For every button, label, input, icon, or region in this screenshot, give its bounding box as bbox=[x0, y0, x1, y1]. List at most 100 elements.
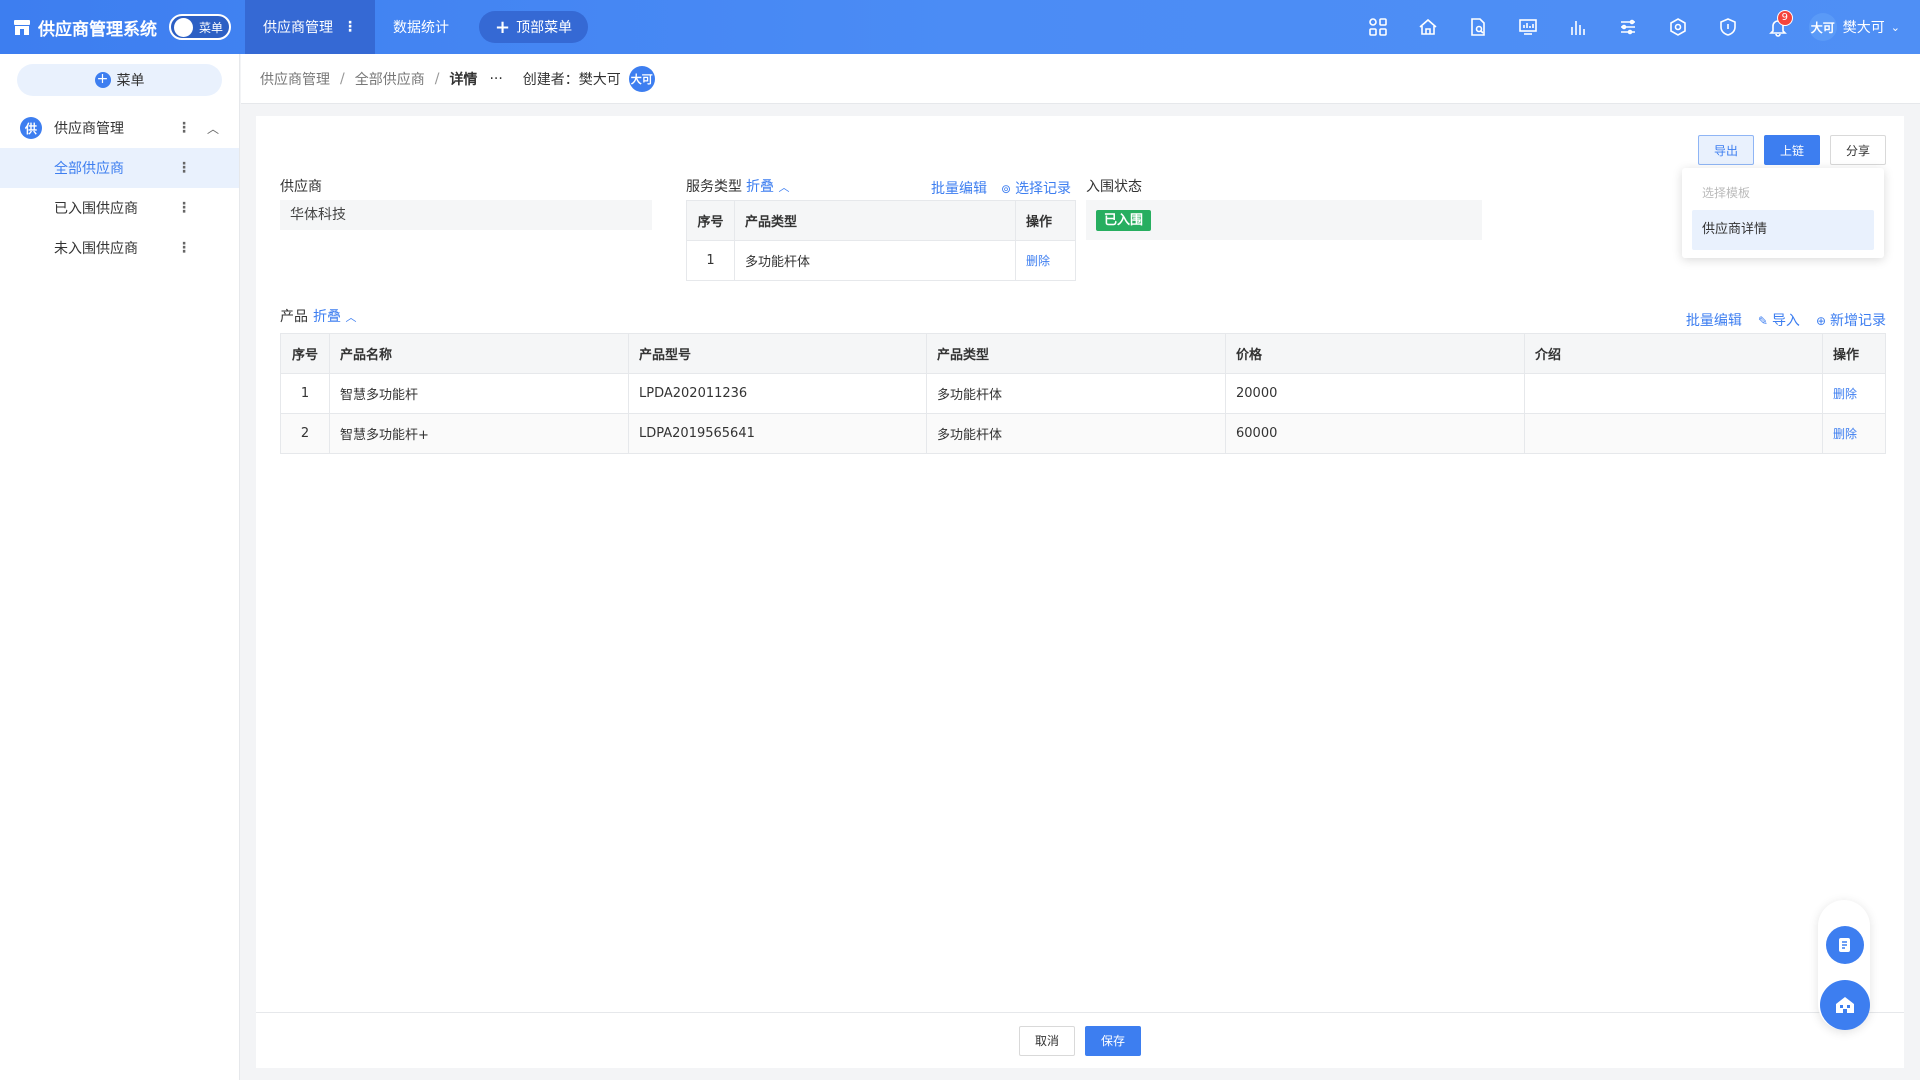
service-type-table: 序号 产品类型 操作 1 多功能杆体 删除 bbox=[686, 200, 1076, 281]
cell-price: 60000 bbox=[1225, 413, 1525, 454]
column-header: 序号 bbox=[280, 333, 330, 374]
product-tools: 批量编辑 ✎ 导入 ⊕ 新增记录 bbox=[1686, 310, 1886, 330]
import-label: 导入 bbox=[1771, 313, 1800, 329]
table-row: 1 智慧多功能杆 LPDA202011236 多功能杆体 20000 删除 bbox=[280, 373, 1886, 414]
notification-badge: 9 bbox=[1776, 10, 1793, 26]
cell-intro bbox=[1524, 413, 1823, 454]
column-header: 序号 bbox=[686, 200, 735, 241]
sidebar-item-all-suppliers[interactable]: 全部供应商 ⋮ bbox=[0, 148, 239, 188]
status-field[interactable]: 已入围 bbox=[1086, 200, 1482, 240]
status-badge: 已入围 bbox=[1096, 210, 1152, 231]
breadcrumb: 供应商管理 / 全部供应商 / 详情 ··· 创建者： 樊大可 大可 bbox=[241, 54, 1920, 104]
shield-icon[interactable] bbox=[1703, 0, 1753, 54]
tab-label: 数据统计 bbox=[393, 20, 449, 36]
batch-edit-link[interactable]: 批量编辑 bbox=[931, 178, 987, 198]
chevron-up-icon[interactable]: ︿ bbox=[207, 120, 219, 137]
more-icon[interactable]: ⋮ bbox=[177, 240, 191, 256]
save-button[interactable]: 保存 bbox=[1085, 1025, 1141, 1056]
chain-button[interactable]: 上链 bbox=[1764, 135, 1820, 165]
import-link[interactable]: ✎ 导入 bbox=[1758, 310, 1800, 330]
plus-icon: + bbox=[495, 16, 511, 38]
creator-avatar: 大可 bbox=[628, 65, 655, 92]
table-header-row: 序号 产品类型 操作 bbox=[686, 200, 1076, 241]
column-header: 产品类型 bbox=[734, 200, 1016, 241]
delete-link[interactable]: 删除 bbox=[1833, 427, 1857, 441]
column-header: 产品类型 bbox=[926, 333, 1226, 374]
batch-edit-link[interactable]: 批量编辑 bbox=[1686, 310, 1742, 330]
delete-link[interactable]: 删除 bbox=[1833, 387, 1857, 401]
ellipsis-icon[interactable]: ··· bbox=[489, 71, 502, 87]
select-record-link[interactable]: ⊚ 选择记录 bbox=[1001, 178, 1071, 198]
sidebar-item-label: 全部供应商 bbox=[54, 161, 124, 177]
cell-price: 20000 bbox=[1225, 373, 1525, 414]
sidebar-menu-label: 菜单 bbox=[116, 73, 145, 89]
cell-type: 多功能杆体 bbox=[926, 373, 1226, 414]
app-title: 供应商管理系统 bbox=[38, 19, 157, 40]
home-icon[interactable] bbox=[1403, 0, 1453, 54]
column-header: 操作 bbox=[1822, 333, 1886, 374]
creator-name: 樊大可 bbox=[578, 71, 621, 88]
column-header: 产品名称 bbox=[329, 333, 629, 374]
products-fold-toggle[interactable]: 折叠 ︿ bbox=[313, 306, 356, 326]
cell-no: 1 bbox=[686, 240, 735, 281]
more-icon[interactable]: ⋮ bbox=[177, 160, 191, 176]
add-record-link[interactable]: ⊕ 新增记录 bbox=[1816, 310, 1886, 330]
tab-label: 供应商管理 bbox=[263, 20, 333, 36]
supplier-label: 供应商 bbox=[280, 179, 322, 195]
document-search-icon[interactable] bbox=[1453, 0, 1503, 54]
breadcrumb-item[interactable]: 供应商管理 bbox=[260, 69, 330, 89]
table-row: 1 多功能杆体 删除 bbox=[686, 240, 1076, 281]
fold-label: 折叠 bbox=[313, 309, 341, 325]
breadcrumb-separator: / bbox=[434, 70, 440, 87]
top-icons: 9 大可 樊大可 ⌄ bbox=[1353, 0, 1900, 54]
sidebar-menu-button[interactable]: + 菜单 bbox=[17, 64, 222, 96]
action-buttons: 导出 上链 分享 bbox=[1698, 135, 1886, 165]
tab-supplier-management[interactable]: 供应商管理 ⋮ bbox=[245, 0, 375, 54]
more-icon[interactable]: ⋮ bbox=[343, 19, 357, 35]
top-menu-button[interactable]: + 顶部菜单 bbox=[479, 11, 589, 43]
status-label: 入围状态 bbox=[1086, 179, 1142, 195]
cancel-button[interactable]: 取消 bbox=[1019, 1025, 1075, 1056]
cell-type: 多功能杆体 bbox=[926, 413, 1226, 454]
service-fold-toggle[interactable]: 折叠 ︿ bbox=[746, 176, 789, 196]
cell-model: LDPA2019565641 bbox=[628, 413, 927, 454]
sidebar-item-not-shortlisted[interactable]: 未入围供应商 ⋮ bbox=[0, 228, 239, 268]
column-header: 介绍 bbox=[1524, 333, 1823, 374]
list-icon[interactable] bbox=[1603, 0, 1653, 54]
tab-data-statistics[interactable]: 数据统计 bbox=[375, 0, 467, 54]
bell-icon[interactable]: 9 bbox=[1753, 0, 1803, 54]
table-header-row: 序号 产品名称 产品型号 产品类型 价格 介绍 操作 bbox=[280, 333, 1886, 374]
share-button[interactable]: 分享 bbox=[1830, 135, 1886, 165]
dropdown-item-supplier-detail[interactable]: 供应商详情 bbox=[1692, 210, 1874, 250]
home-float-button[interactable] bbox=[1820, 980, 1870, 1030]
breadcrumb-separator: / bbox=[340, 70, 345, 87]
more-icon[interactable]: ⋮ bbox=[177, 120, 191, 136]
cell-no: 2 bbox=[280, 413, 330, 454]
sidebar-item-shortlisted[interactable]: 已入围供应商 ⋮ bbox=[0, 188, 239, 228]
supplier-field[interactable]: 华体科技 bbox=[280, 200, 652, 230]
detail-card: 导出 上链 分享 选择模板 供应商详情 供应商 华体科技 服务类型 折叠 ︿ 批… bbox=[256, 116, 1904, 1068]
cell-type: 多功能杆体 bbox=[734, 240, 1016, 281]
apps-icon[interactable] bbox=[1353, 0, 1403, 54]
chevron-up-icon: ︿ bbox=[345, 311, 357, 324]
service-tools: 批量编辑 ⊚ 选择记录 bbox=[931, 178, 1071, 198]
notes-button[interactable] bbox=[1826, 926, 1864, 964]
export-button[interactable]: 导出 bbox=[1698, 135, 1754, 165]
building-icon bbox=[1836, 997, 1854, 1013]
user-menu[interactable]: 大可 樊大可 ⌄ bbox=[1808, 13, 1900, 41]
network-icon[interactable] bbox=[1653, 0, 1703, 54]
breadcrumb-item[interactable]: 全部供应商 bbox=[355, 69, 425, 89]
more-icon[interactable]: ⋮ bbox=[177, 200, 191, 216]
cell-intro bbox=[1524, 373, 1823, 414]
group-label: 供应商管理 bbox=[54, 121, 124, 137]
monitor-chart-icon[interactable] bbox=[1503, 0, 1553, 54]
menu-toggle[interactable]: 菜单 bbox=[169, 14, 231, 40]
table-row: 2 智慧多功能杆+ LDPA2019565641 多功能杆体 60000 删除 bbox=[280, 413, 1886, 454]
link-icon: ⊚ bbox=[1001, 182, 1012, 196]
delete-link[interactable]: 删除 bbox=[1026, 254, 1050, 268]
bar-chart-icon[interactable] bbox=[1553, 0, 1603, 54]
sidebar-group-supplier[interactable]: 供 供应商管理 ⋮ ︿ bbox=[0, 108, 239, 148]
plus-circle-icon: + bbox=[94, 72, 111, 88]
edit-icon: ✎ bbox=[1757, 314, 1768, 328]
dropdown-header: 选择模板 bbox=[1702, 186, 1751, 200]
